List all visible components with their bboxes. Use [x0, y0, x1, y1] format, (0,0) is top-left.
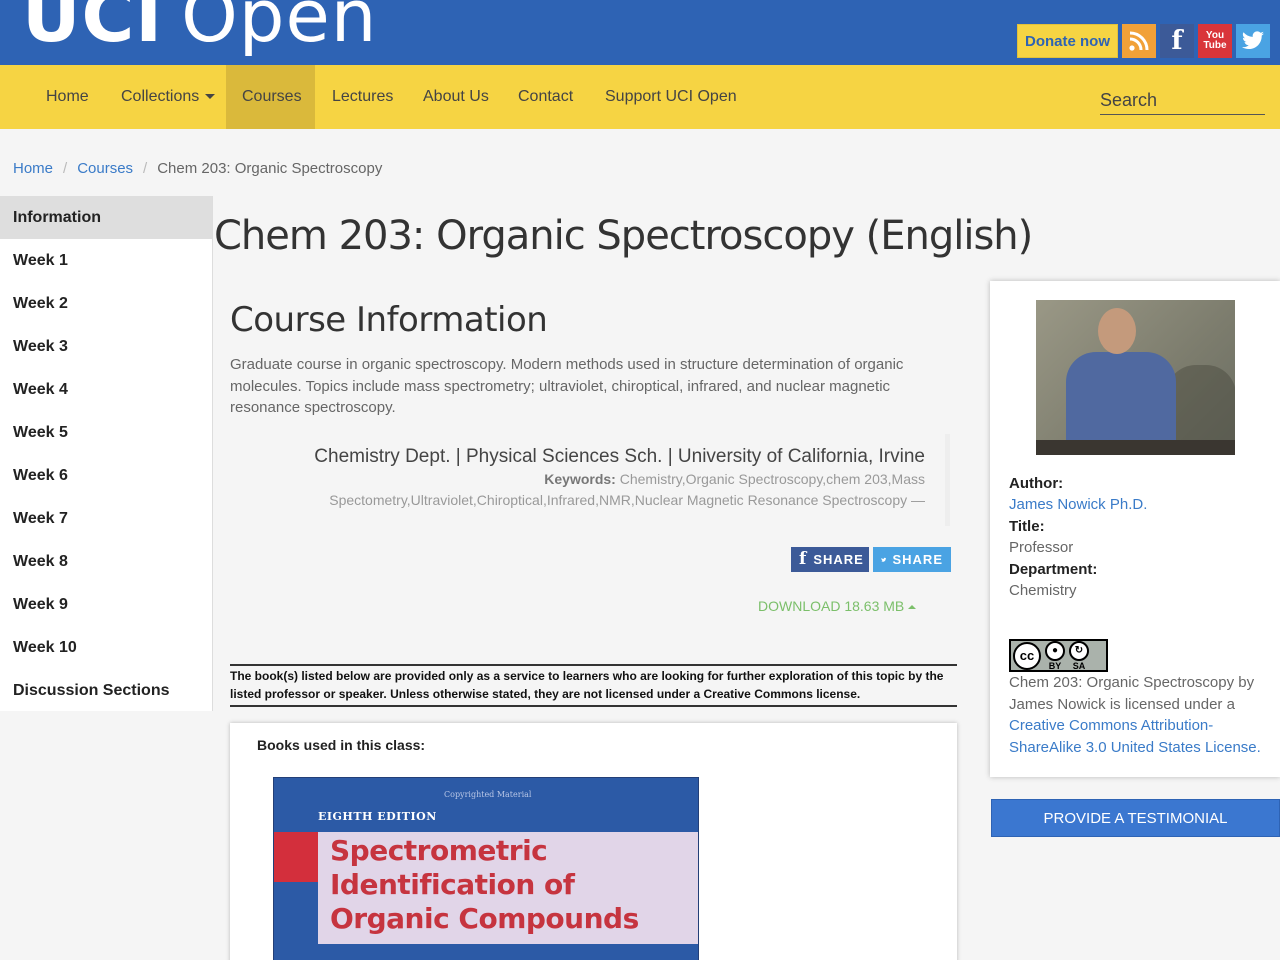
breadcrumb-courses[interactable]: Courses [77, 160, 133, 177]
books-panel: Books used in this class: Copyrighted Ma… [230, 723, 957, 960]
book-cover[interactable]: Copyrighted Material EIGHTH EDITION Spec… [273, 777, 699, 960]
author-label: Author: [1009, 475, 1064, 492]
nav-support[interactable]: Support UCI Open [589, 65, 753, 129]
twitter-share-button[interactable]: SHARE [873, 547, 951, 572]
social-links: Donate now f You Tube [1017, 24, 1270, 58]
logo-open-text: Open [181, 0, 378, 58]
license-link[interactable]: Creative Commons Attribution-ShareAlike … [1009, 717, 1261, 756]
search-input[interactable] [1100, 87, 1265, 115]
sidebar-item-week-3[interactable]: Week 3 [0, 325, 212, 368]
cc-icon: cc [1013, 641, 1041, 670]
course-meta-quote: Chemistry Dept. | Physical Sciences Sch.… [240, 434, 950, 526]
nav-lectures[interactable]: Lectures [316, 65, 409, 129]
by-person-icon: ● [1045, 640, 1065, 661]
breadcrumb-separator: / [143, 160, 148, 177]
department-line: Chemistry Dept. | Physical Sciences Sch.… [314, 446, 925, 467]
book-copyright: Copyrighted Material [444, 790, 532, 799]
title-label: Title: [1009, 518, 1045, 535]
cc-sa-text: SA [1072, 660, 1086, 671]
download-label: DOWNLOAD 18.63 MB [758, 598, 905, 614]
breadcrumb-home[interactable]: Home [13, 160, 53, 177]
books-notice: The book(s) listed below are provided on… [230, 664, 957, 707]
breadcrumb: Home / Courses / Chem 203: Organic Spectrosc… [13, 160, 382, 177]
facebook-share-button[interactable]: f SHARE [791, 547, 869, 572]
sidebar-item-week-2[interactable]: Week 2 [0, 282, 212, 325]
by-block: ● BY [1045, 640, 1065, 671]
book-edition: EIGHTH EDITION [318, 810, 437, 823]
section-title: Course Information [230, 300, 548, 340]
caret-up-icon [908, 605, 917, 610]
donate-button[interactable]: Donate now [1017, 24, 1118, 58]
book-title-line: Spectrometric [330, 834, 548, 867]
breadcrumb-separator: / [63, 160, 68, 177]
nav-contact[interactable]: Contact [502, 65, 589, 129]
provide-testimonial-button[interactable]: PROVIDE A TESTIMONIAL [991, 799, 1280, 837]
facebook-icon: f [799, 549, 808, 569]
sidebar-item-week-9[interactable]: Week 9 [0, 583, 212, 626]
author-photo [1036, 300, 1235, 455]
sidebar-item-week-4[interactable]: Week 4 [0, 368, 212, 411]
keywords: Keywords: Chemistry,Organic Spectroscopy… [240, 469, 925, 511]
sidebar-item-week-6[interactable]: Week 6 [0, 454, 212, 497]
caret-down-icon [205, 94, 216, 100]
course-description: Graduate course in organic spectroscopy.… [230, 356, 904, 416]
cc-by-text: BY [1048, 660, 1062, 671]
photo-figure-head [1098, 308, 1136, 354]
share-alike-icon: ↻ [1069, 640, 1089, 661]
nav-home[interactable]: Home [30, 65, 105, 129]
photo-floor [1036, 440, 1235, 455]
license-statement: Chem 203: Organic Spectroscopy by James … [1009, 674, 1255, 713]
uci-open-logo[interactable]: UCI Open [22, 0, 377, 58]
nav-collections[interactable]: Collections [105, 65, 231, 129]
department-value: Chemistry [1009, 582, 1077, 599]
sidebar-item-week-8[interactable]: Week 8 [0, 540, 212, 583]
sa-block: ↻ SA [1069, 640, 1089, 671]
creative-commons-badge[interactable]: cc ● BY ↻ SA [1009, 639, 1108, 672]
sidebar-item-week-1[interactable]: Week 1 [0, 239, 212, 282]
site-header: UCI Open Donate now f You Tube [0, 0, 1280, 65]
course-sidebar: Information Week 1 Week 2 Week 3 Week 4 … [0, 196, 213, 711]
main-nav: Home Collections Courses Lectures About … [0, 65, 1280, 129]
download-button[interactable]: DOWNLOAD 18.63 MB [758, 598, 917, 614]
author-card: Author: James Nowick Ph.D. Title: Profes… [990, 281, 1280, 777]
title-value: Professor [1009, 539, 1074, 556]
sidebar-item-discussion-sections[interactable]: Discussion Sections [0, 669, 212, 712]
sidebar-item-week-5[interactable]: Week 5 [0, 411, 212, 454]
keywords-value: Chemistry,Organic Spectroscopy,chem 203,… [329, 471, 925, 508]
book-cover-accent [274, 832, 318, 882]
twitter-icon [881, 557, 887, 562]
logo-uci-text: UCI [22, 0, 164, 58]
license-text: Chem 203: Organic Spectroscopy by James … [1009, 672, 1269, 758]
nav-about-us[interactable]: About Us [407, 65, 505, 129]
facebook-icon[interactable]: f [1160, 24, 1194, 58]
sidebar-item-week-7[interactable]: Week 7 [0, 497, 212, 540]
books-label: Books used in this class: [257, 737, 426, 753]
youtube-text-bottom: Tube [1203, 40, 1227, 51]
author-name-link[interactable]: James Nowick Ph.D. [1009, 496, 1147, 513]
nav-courses[interactable]: Courses [226, 65, 315, 129]
breadcrumb-current: Chem 203: Organic Spectroscopy [157, 160, 383, 177]
keywords-label: Keywords: [544, 471, 616, 487]
book-title: Spectrometric Identification of Organic … [330, 834, 639, 936]
department-label: Department: [1009, 561, 1098, 578]
course-title: Chem 203: Organic Spectroscopy (English) [214, 213, 1033, 259]
facebook-share-label: SHARE [813, 552, 864, 567]
share-buttons: f SHARE SHARE [791, 547, 951, 572]
youtube-icon[interactable]: You Tube [1198, 24, 1232, 58]
twitter-icon[interactable] [1236, 24, 1270, 58]
sidebar-item-week-10[interactable]: Week 10 [0, 626, 212, 669]
twitter-share-label: SHARE [892, 552, 943, 567]
nav-collections-label: Collections [121, 88, 200, 105]
book-title-line: Organic Compounds [330, 902, 639, 935]
book-title-line: Identification of [330, 868, 575, 901]
rss-icon[interactable] [1122, 24, 1156, 58]
sidebar-item-information[interactable]: Information [0, 196, 212, 239]
